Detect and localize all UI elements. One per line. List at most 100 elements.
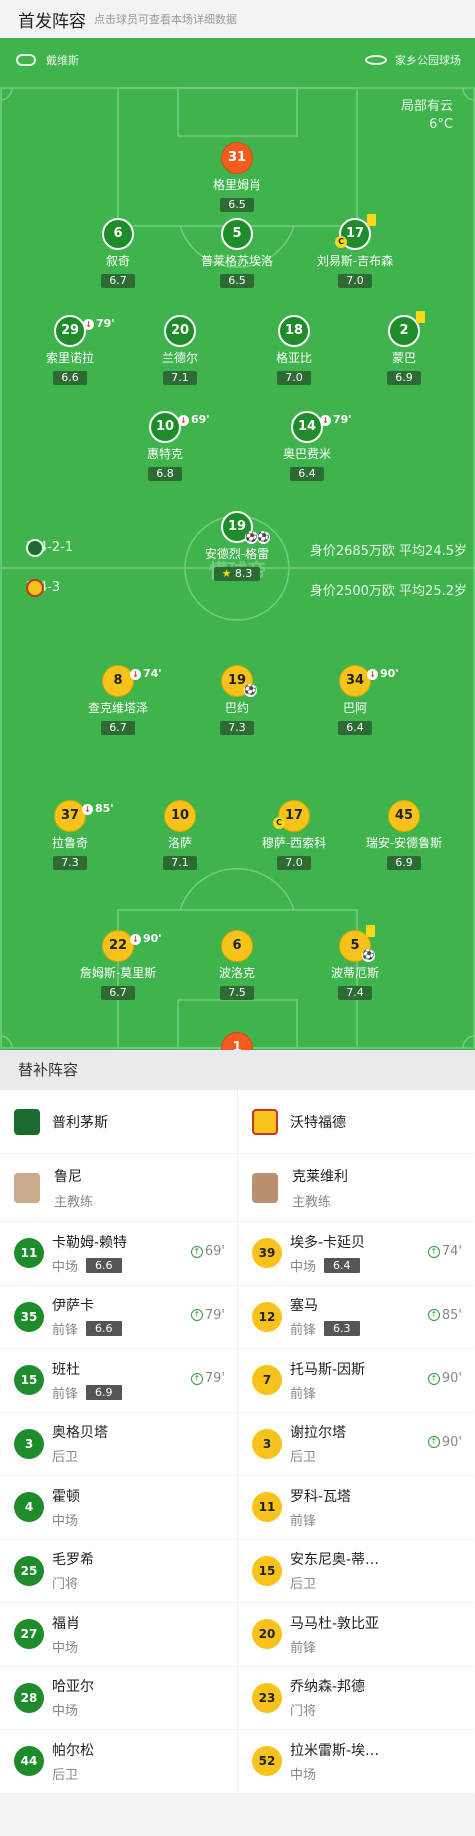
home-team-logo-icon — [26, 538, 44, 557]
player-number-badge: 1 — [221, 1032, 253, 1050]
star-icon: ★ — [221, 567, 235, 580]
substitute-row[interactable]: 28 哈亚尔 中场 — [0, 1667, 237, 1730]
away-coach[interactable]: 克莱维利 主教练 — [238, 1154, 474, 1222]
player-home[interactable]: 20 兰德尔 7.1 — [125, 315, 235, 385]
yellow-card-icon — [366, 925, 375, 937]
player-number: 22 — [108, 938, 128, 953]
rating-value: 7.0 — [285, 371, 303, 384]
substitute-row[interactable]: 20 马马杜-敦比亚 前锋 — [238, 1603, 474, 1667]
player-number-badge: 17 C — [273, 800, 310, 832]
sub-out-icon: ↓ — [367, 668, 378, 680]
sub-in-icon: ↑ — [190, 1309, 203, 1321]
coach-role: 主教练 — [54, 1194, 94, 1210]
player-number-badge: 39 — [252, 1238, 282, 1269]
player-away[interactable]: 6 波洛克 7.5 — [182, 930, 292, 1000]
player-home[interactable]: 29 ↓ 79' 索里诺拉 6.6 — [15, 315, 125, 385]
player-name: 罗科-瓦塔 — [290, 1488, 352, 1505]
away-team-name: 沃特福德 — [290, 1114, 346, 1131]
player-away[interactable]: 19 ⚽ 巴约 7.3 — [182, 665, 292, 735]
weather: 局部有云 6°C — [401, 98, 453, 134]
position-text: 中场 — [52, 1704, 79, 1720]
player-away[interactable]: 10 洛萨 7.1 — [125, 800, 235, 870]
player-away[interactable]: 1巴赫曼6.3 — [182, 1032, 292, 1050]
player-home[interactable]: 5 普莱格苏埃洛 6.5 — [182, 218, 292, 288]
player-home[interactable]: 6 叙奇 6.7 — [63, 218, 173, 288]
substitutes-title: 替补阵容 — [0, 1050, 475, 1090]
player-name: 塞马 — [290, 1298, 318, 1315]
player-number-badge: 28 — [14, 1682, 44, 1713]
weather-text: 局部有云 — [400, 99, 453, 114]
player-name: 兰德尔 — [161, 351, 198, 365]
player-name: 普莱格苏埃洛 — [200, 254, 273, 268]
substitute-row[interactable]: 7 托马斯-因斯 前锋 ↑ 90' — [238, 1349, 474, 1413]
rating-value: 6.8 — [156, 467, 174, 480]
player-rating: 7.0 — [277, 856, 311, 870]
sub-time: 79' — [333, 413, 352, 426]
player-home[interactable]: 17 C 刘易斯-吉布森 7.0 — [300, 214, 410, 288]
substitute-row[interactable]: 4 霍顿 中场 — [0, 1476, 237, 1540]
player-number-badge: 19 ⚽ ⚽ — [221, 511, 270, 544]
player-home[interactable]: 14 ↓ 79' 奥巴费米 6.4 — [252, 411, 362, 481]
player-rating: 6.3 — [324, 1321, 360, 1337]
rating-value: 7.3 — [61, 856, 79, 869]
time-text: 74' — [441, 1244, 462, 1259]
substitute-row[interactable]: 11 卡勒姆-赖特 中场 6.6 ↑ 69' — [0, 1222, 237, 1286]
sub-time: 74' — [143, 667, 162, 680]
home-coach[interactable]: 鲁尼 主教练 — [0, 1154, 237, 1222]
rating-value: 6.7 — [109, 986, 127, 999]
player-home[interactable]: 2 蒙巴 6.9 — [349, 311, 459, 385]
player-home[interactable]: 31 格里姆肖 6.5 — [182, 142, 292, 212]
player-home[interactable]: 10 ↓ 69' 惠特克 6.8 — [110, 411, 220, 481]
position-text: 后卫 — [290, 1450, 317, 1466]
player-number-badge: 7 — [252, 1365, 282, 1396]
player-number: 2 — [399, 323, 409, 338]
player-away[interactable]: 5 ⚽ 波蒂厄斯 7.4 — [300, 925, 410, 1000]
player-away[interactable]: 8 ↓ 74' 查克维塔泽 6.7 — [63, 665, 173, 735]
substitute-row[interactable]: 15 安东尼奥-蒂… 后卫 — [238, 1540, 474, 1603]
player-number: 10 — [170, 808, 190, 823]
player-number: 20 — [170, 323, 190, 338]
away-value: 身价2500万欧 平均25.2岁 — [309, 584, 467, 599]
rating-value: 7.0 — [346, 274, 364, 287]
sub-time: 90' — [143, 932, 162, 945]
player-away[interactable]: 22 ↓ 90' 詹姆斯-莫里斯 6.7 — [63, 930, 173, 1000]
player-name: 伊萨卡 — [52, 1298, 94, 1315]
position-text: 中场 — [290, 1259, 317, 1275]
substitution-marker: ↓ 74' — [130, 659, 162, 689]
player-home[interactable]: 18 格亚比 7.0 — [239, 315, 349, 385]
player-position: 中场 — [52, 1637, 80, 1656]
player-position: 后卫 — [52, 1764, 94, 1783]
player-rating: 6.7 — [101, 721, 135, 735]
home-team-row[interactable]: 普利茅斯 — [0, 1090, 237, 1154]
player-number: 6 — [232, 938, 242, 953]
substitute-row[interactable]: 52 拉米雷斯-埃… 中场 — [238, 1730, 474, 1794]
substitute-row[interactable]: 44 帕尔松 后卫 — [0, 1730, 237, 1794]
player-position: 前锋 — [290, 1637, 379, 1656]
substitute-row[interactable]: 3 奥格贝塔 后卫 — [0, 1413, 237, 1476]
substitute-row[interactable]: 11 罗科-瓦塔 前锋 — [238, 1476, 474, 1540]
player-away[interactable]: 45 瑞安-安德鲁斯 6.9 — [349, 800, 459, 870]
player-number: 1 — [232, 1040, 242, 1050]
sub-in-icon: ↑ — [427, 1309, 440, 1321]
player-away[interactable]: 37 ↓ 85' 拉鲁奇 7.3 — [15, 800, 125, 870]
substitute-row[interactable]: 35 伊萨卡 前锋 6.6 ↑ 79' — [0, 1286, 237, 1349]
substitute-row[interactable]: 23 乔纳森-邦德 门将 — [238, 1667, 474, 1730]
player-away[interactable]: 17 C 穆萨-西索科 7.0 — [239, 800, 349, 870]
player-home[interactable]: 19 ⚽ ⚽ 安德烈-格雷 ★ 8.3 — [182, 511, 292, 581]
sub-in-icon: ↑ — [427, 1436, 440, 1448]
sub-time: 90' — [380, 667, 399, 680]
substitute-row[interactable]: 3 谢拉尔塔 后卫 ↑ 90' — [238, 1413, 474, 1476]
away-team-row[interactable]: 沃特福德 — [238, 1090, 474, 1154]
substitution-marker: ↓ 90' — [130, 924, 162, 954]
player-position: 后卫 — [290, 1446, 346, 1465]
substitute-row[interactable]: 27 福肖 中场 — [0, 1603, 237, 1667]
player-number-badge: 18 — [278, 315, 310, 347]
player-rating: 6.6 — [86, 1257, 122, 1273]
substitute-row[interactable]: 25 毛罗希 门将 — [0, 1540, 237, 1603]
player-away[interactable]: 34 ↓ 90' 巴阿 6.4 — [300, 665, 410, 735]
substitute-row[interactable]: 15 班杜 前锋 6.9 ↑ 79' — [0, 1349, 237, 1413]
player-name: 穆萨-西索科 — [261, 836, 327, 850]
substitute-row[interactable]: 12 塞马 前锋 6.3 ↑ 85' — [238, 1286, 474, 1349]
player-rating: 6.6 — [53, 371, 87, 385]
substitute-row[interactable]: 39 埃多-卡延贝 中场 6.4 ↑ 74' — [238, 1222, 474, 1286]
